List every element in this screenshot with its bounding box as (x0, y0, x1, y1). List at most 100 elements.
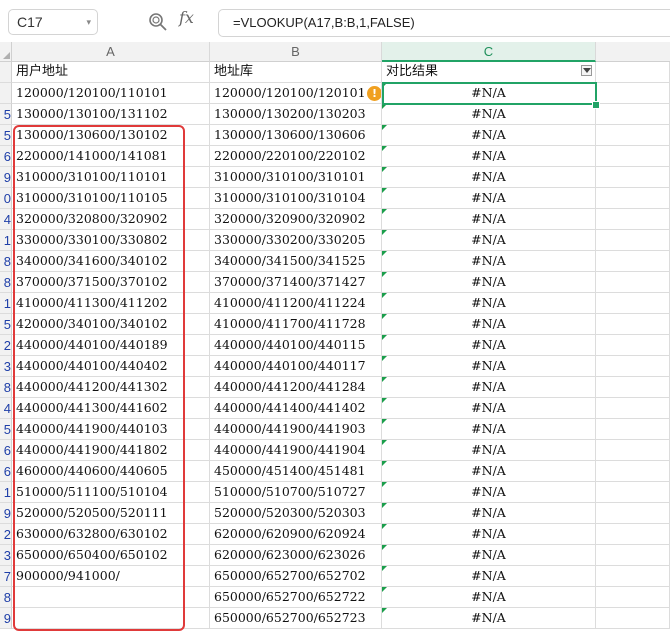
cell-compare-result[interactable]: #N/A (382, 83, 596, 104)
cell-d[interactable] (596, 230, 670, 251)
cell-address-library[interactable]: 620000/620900/620924 (210, 524, 382, 545)
filter-dropdown-icon[interactable] (581, 65, 592, 76)
cell-user-address[interactable]: 330000/330100/330802 (12, 230, 210, 251)
cell-d[interactable] (596, 545, 670, 566)
cell-d[interactable] (596, 377, 670, 398)
cell-user-address[interactable]: 130000/130600/130102 (12, 125, 210, 146)
cell-address-library[interactable]: 310000/310100/310104 (210, 188, 382, 209)
cell-compare-result[interactable]: #N/A (382, 314, 596, 335)
cell-d[interactable] (596, 272, 670, 293)
row-number[interactable]: 1 (0, 482, 12, 503)
cell-user-address[interactable] (12, 608, 210, 629)
cell-compare-result[interactable]: #N/A (382, 335, 596, 356)
formula-input[interactable]: =VLOOKUP(A17,B:B,1,FALSE) (218, 9, 670, 37)
cell-d[interactable] (596, 125, 670, 146)
cell-user-address[interactable]: 900000/941000/ (12, 566, 210, 587)
cell-compare-result[interactable]: #N/A (382, 251, 596, 272)
row-number[interactable]: 1 (0, 293, 12, 314)
cell-d[interactable] (596, 461, 670, 482)
row-number[interactable]: 8 (0, 587, 12, 608)
row-number[interactable]: 5 (0, 125, 12, 146)
row-number[interactable]: 0 (0, 188, 12, 209)
row-number[interactable]: 8 (0, 377, 12, 398)
column-header-c[interactable]: C (382, 42, 596, 62)
cell-address-library[interactable]: 650000/652700/652722 (210, 587, 382, 608)
cell-user-address[interactable]: 440000/441300/441602 (12, 398, 210, 419)
cell-address-library[interactable]: 370000/371400/371427 (210, 272, 382, 293)
cell-d[interactable] (596, 83, 670, 104)
cell-compare-result[interactable]: #N/A (382, 398, 596, 419)
row-number[interactable]: 5 (0, 104, 12, 125)
row-number[interactable]: 6 (0, 146, 12, 167)
row-number[interactable]: 4 (0, 209, 12, 230)
cell-address-library[interactable]: 440000/440100/440115 (210, 335, 382, 356)
column-header-a[interactable]: A (12, 42, 210, 62)
cell-d[interactable] (596, 188, 670, 209)
cell-address-library[interactable]: 410000/411700/411728 (210, 314, 382, 335)
cell-address-library[interactable]: 410000/411200/411224 (210, 293, 382, 314)
cell-d[interactable] (596, 293, 670, 314)
cell-d[interactable] (596, 62, 670, 83)
cell-compare-result[interactable]: #N/A (382, 587, 596, 608)
cell-user-address[interactable]: 310000/310100/110101 (12, 167, 210, 188)
row-number[interactable]: 2 (0, 335, 12, 356)
cell-user-address[interactable]: 220000/141000/141081 (12, 146, 210, 167)
cell-compare-result[interactable]: #N/A (382, 440, 596, 461)
cell-user-address[interactable]: 630000/632800/630102 (12, 524, 210, 545)
cell-user-address[interactable]: 310000/310100/110105 (12, 188, 210, 209)
row-number[interactable]: 4 (0, 398, 12, 419)
cell-address-library[interactable]: 120000/120100/120101! (210, 83, 382, 104)
fill-handle[interactable] (592, 101, 600, 109)
cell-user-address[interactable]: 320000/320800/320902 (12, 209, 210, 230)
header-compare-result[interactable]: 对比结果 (382, 62, 596, 83)
row-number[interactable]: 8 (0, 251, 12, 272)
cell-d[interactable] (596, 503, 670, 524)
cell-d[interactable] (596, 335, 670, 356)
cell-address-library[interactable]: 440000/441900/441904 (210, 440, 382, 461)
row-number[interactable]: 6 (0, 461, 12, 482)
cell-compare-result[interactable]: #N/A (382, 461, 596, 482)
cell-compare-result[interactable]: #N/A (382, 419, 596, 440)
cell-compare-result[interactable]: #N/A (382, 524, 596, 545)
cell-d[interactable] (596, 251, 670, 272)
row-number[interactable]: 1 (0, 230, 12, 251)
cell-address-library[interactable]: 620000/623000/623026 (210, 545, 382, 566)
cell-d[interactable] (596, 440, 670, 461)
cell-user-address[interactable]: 440000/441900/440103 (12, 419, 210, 440)
cell-user-address[interactable] (12, 587, 210, 608)
cell-address-library[interactable]: 650000/652700/652702 (210, 566, 382, 587)
cell-user-address[interactable]: 440000/440100/440189 (12, 335, 210, 356)
row-number[interactable] (0, 62, 12, 83)
cell-address-library[interactable]: 510000/510700/510727 (210, 482, 382, 503)
header-address-library[interactable]: 地址库 (210, 62, 382, 83)
row-number[interactable]: 9 (0, 608, 12, 629)
cell-address-library[interactable]: 330000/330200/330205 (210, 230, 382, 251)
cell-user-address[interactable]: 440000/441200/441302 (12, 377, 210, 398)
cell-compare-result[interactable]: #N/A (382, 188, 596, 209)
cell-address-library[interactable]: 130000/130200/130203 (210, 104, 382, 125)
row-number[interactable]: 3 (0, 356, 12, 377)
cell-d[interactable] (596, 167, 670, 188)
cell-address-library[interactable]: 440000/441200/441284 (210, 377, 382, 398)
cell-d[interactable] (596, 608, 670, 629)
row-number[interactable]: 9 (0, 167, 12, 188)
cell-compare-result[interactable]: #N/A (382, 503, 596, 524)
cell-d[interactable] (596, 314, 670, 335)
row-number[interactable]: 3 (0, 545, 12, 566)
chevron-down-icon[interactable]: ▾ (86, 10, 91, 34)
function-icon[interactable]: fx (179, 8, 194, 27)
cell-user-address[interactable]: 420000/340100/340102 (12, 314, 210, 335)
cell-compare-result[interactable]: #N/A (382, 146, 596, 167)
cell-user-address[interactable]: 460000/440600/440605 (12, 461, 210, 482)
cell-user-address[interactable]: 130000/130100/131102 (12, 104, 210, 125)
cell-address-library[interactable]: 340000/341500/341525 (210, 251, 382, 272)
cell-address-library[interactable]: 450000/451400/451481 (210, 461, 382, 482)
cell-d[interactable] (596, 524, 670, 545)
cell-compare-result[interactable]: #N/A (382, 377, 596, 398)
cell-d[interactable] (596, 398, 670, 419)
cell-compare-result[interactable]: #N/A (382, 209, 596, 230)
cell-user-address[interactable]: 410000/411300/411202 (12, 293, 210, 314)
cell-compare-result[interactable]: #N/A (382, 482, 596, 503)
column-header-d[interactable] (596, 42, 670, 62)
cell-compare-result[interactable]: #N/A (382, 167, 596, 188)
